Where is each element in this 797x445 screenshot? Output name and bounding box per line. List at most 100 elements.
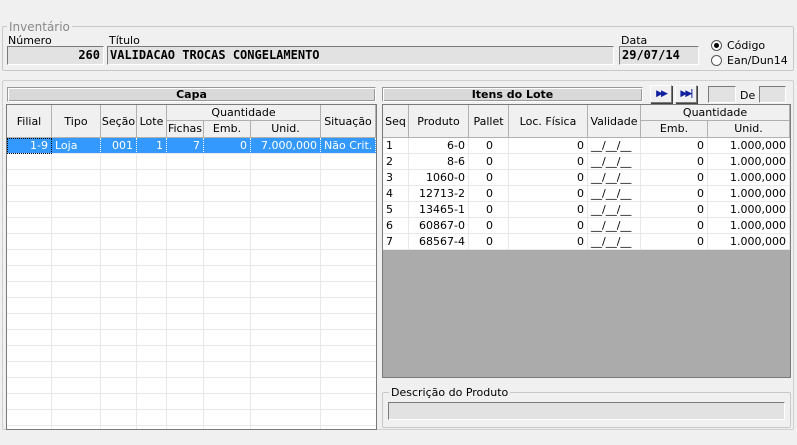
capa-cell-fichas[interactable]: 7 bbox=[167, 138, 204, 154]
itens-grid[interactable]: Seq Produto Pallet Loc. Física Validade … bbox=[382, 104, 791, 378]
itens-cell-seq[interactable]: 2 bbox=[383, 154, 409, 170]
capa-col-tipo[interactable]: Tipo bbox=[52, 105, 101, 138]
itens-cell-seq[interactable]: 7 bbox=[383, 234, 409, 250]
itens-cell-pallet[interactable]: 0 bbox=[469, 218, 509, 234]
capa-cell-unid[interactable]: 7.000,000 bbox=[251, 138, 321, 154]
numero-field[interactable]: 260 bbox=[7, 46, 104, 65]
itens-cell-validade[interactable]: __/__/__ bbox=[588, 170, 641, 186]
last-page-button[interactable]: ▶▶| bbox=[675, 85, 697, 103]
data-field[interactable]: 29/07/14 bbox=[619, 46, 699, 65]
itens-cell-unid[interactable]: 1.000,000 bbox=[708, 186, 790, 202]
itens-cell-emb[interactable]: 0 bbox=[641, 186, 708, 202]
capa-grid[interactable]: Filial Tipo Seção Lote Quantidade Fichas… bbox=[6, 104, 377, 430]
itens-col-unid[interactable]: Unid. bbox=[708, 121, 790, 138]
table-row[interactable]: 3 1060-0 0 0 __/__/__ 0 1.000,000 bbox=[383, 170, 790, 186]
itens-cell-seq[interactable]: 1 bbox=[383, 138, 409, 154]
itens-cell-emb[interactable]: 0 bbox=[641, 154, 708, 170]
itens-col-validade[interactable]: Validade bbox=[588, 105, 641, 138]
capa-col-secao[interactable]: Seção bbox=[101, 105, 137, 138]
itens-col-emb[interactable]: Emb. bbox=[641, 121, 708, 138]
itens-cell-loc[interactable]: 0 bbox=[509, 186, 588, 202]
itens-cell-produto[interactable]: 1060-0 bbox=[409, 170, 469, 186]
itens-cell-pallet[interactable]: 0 bbox=[469, 138, 509, 154]
descricao-field[interactable] bbox=[388, 402, 785, 420]
itens-col-produto[interactable]: Produto bbox=[409, 105, 469, 138]
itens-cell-seq[interactable]: 3 bbox=[383, 170, 409, 186]
itens-cell-loc[interactable]: 0 bbox=[509, 218, 588, 234]
itens-cell-unid[interactable]: 1.000,000 bbox=[708, 154, 790, 170]
table-row[interactable]: 2 8-6 0 0 __/__/__ 0 1.000,000 bbox=[383, 154, 790, 170]
itens-cell-seq[interactable]: 5 bbox=[383, 202, 409, 218]
itens-cell-seq[interactable]: 4 bbox=[383, 186, 409, 202]
itens-cell-pallet[interactable]: 0 bbox=[469, 234, 509, 250]
itens-cell-produto[interactable]: 68567-4 bbox=[409, 234, 469, 250]
table-row[interactable]: 5 13465-1 0 0 __/__/__ 0 1.000,000 bbox=[383, 202, 790, 218]
itens-cell-loc[interactable]: 0 bbox=[509, 170, 588, 186]
itens-cell-validade[interactable]: __/__/__ bbox=[588, 202, 641, 218]
capa-cell-emb[interactable]: 0 bbox=[204, 138, 251, 154]
itens-cell-emb[interactable]: 0 bbox=[641, 170, 708, 186]
itens-cell-pallet[interactable]: 0 bbox=[469, 170, 509, 186]
itens-cell-validade[interactable]: __/__/__ bbox=[588, 234, 641, 250]
itens-col-loc[interactable]: Loc. Física bbox=[509, 105, 588, 138]
capa-cell-lote[interactable]: 1 bbox=[137, 138, 167, 154]
itens-cell-produto[interactable]: 12713-2 bbox=[409, 186, 469, 202]
itens-col-pallet[interactable]: Pallet bbox=[469, 105, 509, 138]
itens-cell-unid[interactable]: 1.000,000 bbox=[708, 202, 790, 218]
itens-cell-produto[interactable]: 13465-1 bbox=[409, 202, 469, 218]
itens-cell-unid[interactable]: 1.000,000 bbox=[708, 218, 790, 234]
table-row[interactable]: 7 68567-4 0 0 __/__/__ 0 1.000,000 bbox=[383, 234, 790, 250]
radio-ean-label: Ean/Dun14 bbox=[727, 54, 788, 67]
itens-cell-pallet[interactable]: 0 bbox=[469, 186, 509, 202]
itens-cell-loc[interactable]: 0 bbox=[509, 202, 588, 218]
itens-rows: 1 6-0 0 0 __/__/__ 0 1.000,000 2 8-6 0 0… bbox=[383, 138, 790, 250]
itens-cell-emb[interactable]: 0 bbox=[641, 138, 708, 154]
itens-cell-unid[interactable]: 1.000,000 bbox=[708, 170, 790, 186]
radio-codigo-label: Código bbox=[727, 39, 766, 52]
radio-ean[interactable]: Ean/Dun14 bbox=[711, 54, 795, 68]
itens-cell-validade[interactable]: __/__/__ bbox=[588, 218, 641, 234]
itens-cell-pallet[interactable]: 0 bbox=[469, 202, 509, 218]
itens-cell-loc[interactable]: 0 bbox=[509, 154, 588, 170]
itens-cell-loc[interactable]: 0 bbox=[509, 234, 588, 250]
capa-col-lote[interactable]: Lote bbox=[137, 105, 167, 138]
table-row[interactable]: 1 6-0 0 0 __/__/__ 0 1.000,000 bbox=[383, 138, 790, 154]
itens-cell-validade[interactable]: __/__/__ bbox=[588, 186, 641, 202]
titulo-value: VALIDACAO TROCAS CONGELAMENTO bbox=[110, 48, 320, 62]
itens-cell-loc[interactable]: 0 bbox=[509, 138, 588, 154]
radio-codigo-button[interactable] bbox=[711, 40, 722, 51]
itens-cell-emb[interactable]: 0 bbox=[641, 202, 708, 218]
page-field[interactable] bbox=[708, 86, 736, 103]
radio-codigo[interactable]: Código bbox=[711, 39, 791, 53]
capa-col-filial[interactable]: Filial bbox=[7, 105, 52, 138]
table-row[interactable]: 1-9 Loja 001 1 7 0 7.000,000 Não Crit. bbox=[7, 138, 376, 154]
capa-col-fichas[interactable]: Fichas bbox=[167, 121, 204, 138]
itens-cell-validade[interactable]: __/__/__ bbox=[588, 138, 641, 154]
itens-cell-unid[interactable]: 1.000,000 bbox=[708, 234, 790, 250]
itens-cell-emb[interactable]: 0 bbox=[641, 234, 708, 250]
next-page-button[interactable]: ▶▶ bbox=[650, 85, 672, 103]
itens-cell-produto[interactable]: 60867-0 bbox=[409, 218, 469, 234]
titulo-field[interactable]: VALIDACAO TROCAS CONGELAMENTO bbox=[107, 46, 614, 65]
itens-col-seq[interactable]: Seq bbox=[383, 105, 409, 138]
descricao-group-title: Descrição do Produto bbox=[389, 386, 511, 399]
itens-cell-validade[interactable]: __/__/__ bbox=[588, 154, 641, 170]
capa-col-emb[interactable]: Emb. bbox=[204, 121, 251, 138]
itens-cell-produto[interactable]: 8-6 bbox=[409, 154, 469, 170]
itens-cell-pallet[interactable]: 0 bbox=[469, 154, 509, 170]
capa-cell-situacao[interactable]: Não Crit. bbox=[321, 138, 376, 154]
itens-cell-unid[interactable]: 1.000,000 bbox=[708, 138, 790, 154]
capa-col-unid[interactable]: Unid. bbox=[251, 121, 321, 138]
capa-col-situacao[interactable]: Situação bbox=[321, 105, 376, 138]
capa-col-quantidade: Quantidade bbox=[167, 105, 321, 121]
capa-cell-secao[interactable]: 001 bbox=[101, 138, 137, 154]
itens-cell-emb[interactable]: 0 bbox=[641, 218, 708, 234]
capa-cell-tipo[interactable]: Loja bbox=[52, 138, 101, 154]
capa-cell-filial[interactable]: 1-9 bbox=[7, 138, 52, 154]
total-field[interactable] bbox=[759, 86, 786, 103]
itens-cell-seq[interactable]: 6 bbox=[383, 218, 409, 234]
table-row[interactable]: 4 12713-2 0 0 __/__/__ 0 1.000,000 bbox=[383, 186, 790, 202]
radio-ean-button[interactable] bbox=[711, 55, 722, 66]
table-row[interactable]: 6 60867-0 0 0 __/__/__ 0 1.000,000 bbox=[383, 218, 790, 234]
itens-cell-produto[interactable]: 6-0 bbox=[409, 138, 469, 154]
